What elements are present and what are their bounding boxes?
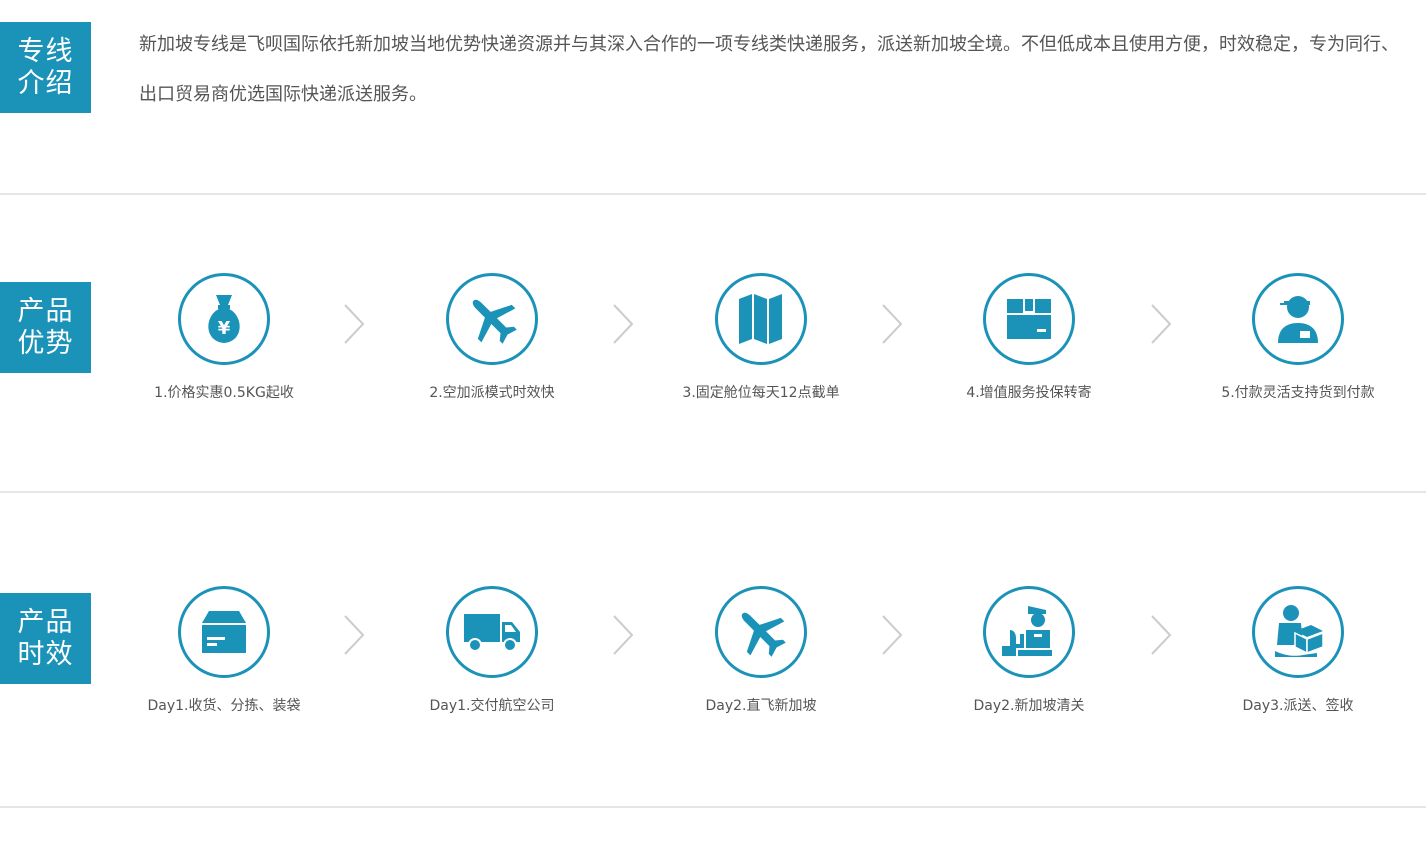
advantage-icon-circle [983, 273, 1075, 365]
customs-officer-icon [1002, 606, 1052, 656]
chevron-right-icon [344, 304, 365, 344]
timeline-label: Day3.派送、签收 [1242, 698, 1354, 714]
chevron-right-icon [344, 615, 365, 655]
timeline-label: Day2.新加坡清关 [973, 698, 1085, 714]
timeline-item: Day3.派送、签收 [1178, 586, 1418, 715]
advantage-icon-circle [446, 273, 538, 365]
divider-3 [0, 806, 1426, 808]
timeline-icon-circle [983, 586, 1075, 678]
advantage-icon-circle: ¥ [178, 273, 270, 365]
chevron-right-icon [613, 304, 634, 344]
advantage-label: 5.付款灵活支持货到付款 [1221, 385, 1375, 401]
timeline-icon-circle [1252, 586, 1344, 678]
timeline-item: Day1.收货、分拣、装袋 [104, 586, 344, 715]
chevron-right-icon [613, 615, 634, 655]
svg-text:¥: ¥ [218, 318, 231, 339]
intro-section: 专线 介绍 新加坡专线是飞呗国际依托新加坡当地优势快递资源并与其深入合作的一项专… [0, 0, 1426, 195]
airplane-icon [472, 299, 517, 344]
timeline-label: Day1.交付航空公司 [429, 698, 555, 714]
timeline-section: 产品 时效 Day1.收货、分拣、装袋 Day1.交付航空公司 Day2.直飞新… [0, 493, 1426, 809]
airplane-icon [741, 612, 786, 657]
timeline-item: Day1.交付航空公司 [372, 586, 612, 715]
advantages-label-line1: 产品 [17, 295, 74, 327]
timeline-icon-circle [178, 586, 270, 678]
timeline-icon-circle [715, 586, 807, 678]
courier-icon [1278, 296, 1318, 343]
advantage-item: 5.付款灵活支持货到付款 [1178, 273, 1418, 402]
money-bag-icon: ¥ [208, 295, 240, 343]
intro-section-label: 专线 介绍 [0, 22, 91, 113]
advantage-icon-circle [715, 273, 807, 365]
timeline-icon-circle [446, 586, 538, 678]
advantage-label: 3.固定舱位每天12点截单 [682, 385, 840, 401]
intro-label-line2: 介绍 [17, 67, 74, 99]
delivery-person-icon [1275, 605, 1324, 657]
advantage-item: ¥ 1.价格实惠0.5KG起收 [104, 273, 344, 402]
timeline-item: Day2.直飞新加坡 [641, 586, 881, 715]
advantages-section: 产品 优势 ¥ 1.价格实惠0.5KG起收 2.空加派模式时效快 3.固定舱位每… [0, 195, 1426, 492]
timeline-label: Day2.直飞新加坡 [705, 698, 817, 714]
box-icon [202, 611, 246, 653]
advantage-item: 2.空加派模式时效快 [372, 273, 612, 402]
intro-label-line1: 专线 [17, 35, 74, 67]
timeline-section-label: 产品 时效 [0, 593, 91, 684]
intro-description: 新加坡专线是飞呗国际依托新加坡当地优势快递资源并与其深入合作的一项专线类快递服务… [139, 34, 1399, 105]
chevron-right-icon [882, 304, 903, 344]
timeline-label: Day1.收货、分拣、装袋 [147, 698, 301, 714]
chevron-right-icon [1151, 304, 1172, 344]
truck-icon [464, 614, 520, 652]
timeline-label-line1: 产品 [17, 606, 74, 638]
advantage-label: 1.价格实惠0.5KG起收 [154, 385, 294, 401]
timeline-item: Day2.新加坡清关 [909, 586, 1149, 715]
map-icon [739, 294, 782, 344]
package-icon [1007, 299, 1051, 339]
advantage-item: 3.固定舱位每天12点截单 [641, 273, 881, 402]
advantages-section-label: 产品 优势 [0, 282, 91, 373]
advantage-item: 4.增值服务投保转寄 [909, 273, 1149, 402]
advantage-icon-circle [1252, 273, 1344, 365]
timeline-label-line2: 时效 [17, 638, 74, 670]
chevron-right-icon [882, 615, 903, 655]
chevron-right-icon [1151, 615, 1172, 655]
advantage-label: 2.空加派模式时效快 [429, 385, 555, 401]
advantage-label: 4.增值服务投保转寄 [966, 385, 1092, 401]
advantages-label-line2: 优势 [17, 327, 74, 359]
